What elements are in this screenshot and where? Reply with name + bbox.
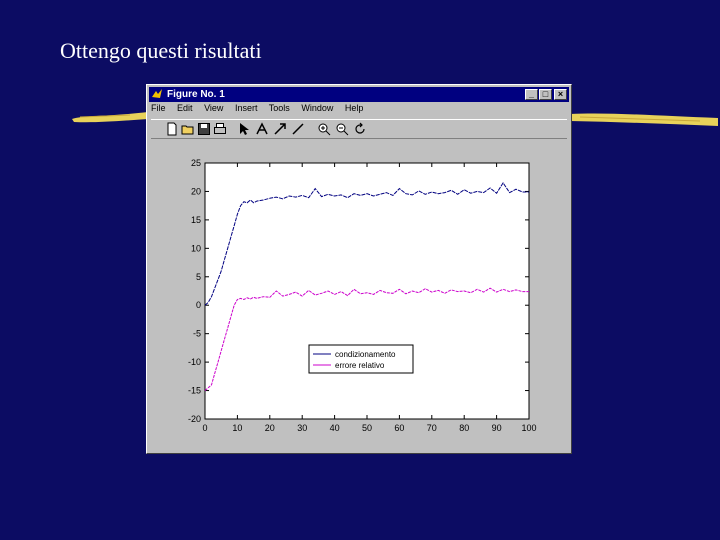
y-tick-label: -10: [188, 357, 201, 367]
y-tick-label: -15: [188, 386, 201, 396]
x-tick-label: 40: [330, 423, 340, 433]
y-tick-label: 20: [191, 186, 201, 196]
y-tick-label: 5: [196, 272, 201, 282]
y-tick-label: -20: [188, 414, 201, 424]
slide-title: Ottengo questi risultati: [60, 38, 262, 63]
legend-label: errore relativo: [335, 361, 385, 370]
left-brush-stroke: [72, 112, 148, 123]
legend-label: condizionamento: [335, 350, 396, 359]
figure-window: Figure No. 1 _ □ × File Edit View Insert…: [146, 84, 572, 454]
right-brush-stroke: [570, 113, 718, 126]
x-tick-label: 20: [265, 423, 275, 433]
plot-area: 0 10 20 30 40 50 60 70 80 90 1002520151050-5-10-15…: [188, 158, 537, 433]
x-tick-label: 90: [492, 423, 502, 433]
x-tick-label: 60: [394, 423, 404, 433]
x-tick-label: 0: [202, 423, 207, 433]
y-tick-label: 10: [191, 243, 201, 253]
y-tick-label: 15: [191, 215, 201, 225]
x-tick-label: 30: [297, 423, 307, 433]
x-tick-label: 80: [459, 423, 469, 433]
x-tick-label: 70: [427, 423, 437, 433]
x-tick-label: 50: [362, 423, 372, 433]
x-tick-label: 100: [521, 423, 536, 433]
y-tick-label: 0: [196, 300, 201, 310]
y-tick-label: -5: [193, 329, 201, 339]
x-tick-label: 10: [232, 423, 242, 433]
y-tick-label: 25: [191, 158, 201, 168]
